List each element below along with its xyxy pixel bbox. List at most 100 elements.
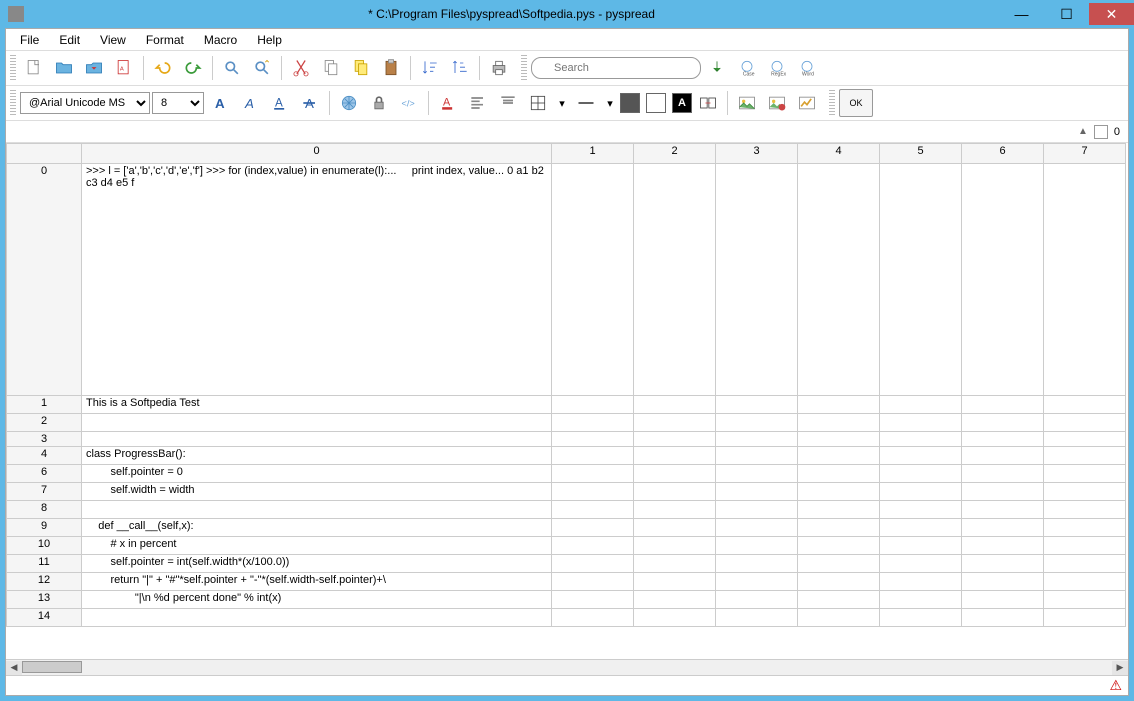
cell[interactable] <box>552 537 634 555</box>
cell[interactable] <box>1044 501 1126 519</box>
cell[interactable]: return "|" + "#"*self.pointer + "-"*(sel… <box>82 573 552 591</box>
cell[interactable] <box>552 609 634 627</box>
search-regex-button[interactable]: RegEx <box>763 54 791 82</box>
row-header[interactable]: 6 <box>7 465 82 483</box>
cell[interactable] <box>962 573 1044 591</box>
cell[interactable] <box>880 537 962 555</box>
export-pdf-button[interactable]: A <box>110 54 138 82</box>
cell[interactable] <box>634 519 716 537</box>
link-image-button[interactable] <box>763 89 791 117</box>
toolbar-grip-2[interactable] <box>521 55 527 81</box>
row-header[interactable]: 7 <box>7 483 82 501</box>
line-dropdown[interactable]: ▾ <box>602 89 618 117</box>
print-button[interactable] <box>485 54 513 82</box>
sort-asc-button[interactable] <box>416 54 444 82</box>
cell[interactable] <box>634 555 716 573</box>
toolbar-grip-3[interactable] <box>10 90 16 116</box>
cell[interactable] <box>82 609 552 627</box>
strikethrough-button[interactable]: A <box>296 89 324 117</box>
cell[interactable] <box>634 432 716 447</box>
row-header[interactable]: 2 <box>7 414 82 432</box>
cell[interactable]: self.pointer = 0 <box>82 465 552 483</box>
cell[interactable] <box>880 591 962 609</box>
font-size-select[interactable]: 8 <box>152 92 204 114</box>
cell[interactable] <box>1044 519 1126 537</box>
scroll-left-arrow[interactable]: ◀ <box>6 661 22 675</box>
row-header[interactable]: 4 <box>7 447 82 465</box>
cell[interactable] <box>1044 414 1126 432</box>
cell[interactable] <box>798 483 880 501</box>
cell[interactable] <box>716 519 798 537</box>
cell[interactable] <box>880 555 962 573</box>
cell[interactable] <box>716 501 798 519</box>
cell[interactable] <box>634 609 716 627</box>
redo-button[interactable] <box>179 54 207 82</box>
scroll-thumb[interactable] <box>22 661 82 673</box>
cell[interactable] <box>880 432 962 447</box>
cell[interactable] <box>880 609 962 627</box>
cell[interactable] <box>962 501 1044 519</box>
toolbar-grip[interactable] <box>10 55 16 81</box>
cell[interactable] <box>962 414 1044 432</box>
italic-button[interactable]: A <box>236 89 264 117</box>
new-file-button[interactable] <box>20 54 48 82</box>
cell[interactable] <box>1044 537 1126 555</box>
freeze-button[interactable] <box>335 89 363 117</box>
row-header[interactable]: 12 <box>7 573 82 591</box>
cell[interactable] <box>1044 483 1126 501</box>
cell[interactable] <box>962 537 1044 555</box>
cell[interactable] <box>716 483 798 501</box>
col-header[interactable]: 7 <box>1044 144 1126 164</box>
cell[interactable] <box>798 501 880 519</box>
cell[interactable] <box>552 591 634 609</box>
row-header[interactable]: 9 <box>7 519 82 537</box>
cell[interactable] <box>634 396 716 414</box>
insert-chart-button[interactable] <box>793 89 821 117</box>
cell[interactable] <box>1044 164 1126 396</box>
cell[interactable] <box>880 483 962 501</box>
cell[interactable] <box>1044 555 1126 573</box>
cell[interactable]: >>> l = ['a','b','c','d','e','f'] >>> fo… <box>82 164 552 396</box>
cell[interactable] <box>716 465 798 483</box>
cell[interactable]: # x in percent <box>82 537 552 555</box>
cut-button[interactable] <box>287 54 315 82</box>
cell[interactable] <box>798 465 880 483</box>
cell[interactable] <box>962 555 1044 573</box>
row-header[interactable]: 0 <box>7 164 82 396</box>
cell[interactable] <box>962 591 1044 609</box>
borders-button[interactable] <box>524 89 552 117</box>
cell[interactable] <box>962 432 1044 447</box>
cell[interactable] <box>716 432 798 447</box>
cell[interactable] <box>634 573 716 591</box>
cell[interactable]: This is a Softpedia Test <box>82 396 552 414</box>
bold-button[interactable]: A <box>206 89 234 117</box>
menu-help[interactable]: Help <box>247 31 292 49</box>
row-header[interactable]: 1 <box>7 396 82 414</box>
cell[interactable] <box>82 414 552 432</box>
cell[interactable]: "|\n %d percent done" % int(x) <box>82 591 552 609</box>
cell[interactable] <box>552 465 634 483</box>
col-header[interactable]: 1 <box>552 144 634 164</box>
col-header[interactable]: 6 <box>962 144 1044 164</box>
minimize-button[interactable]: — <box>999 3 1044 25</box>
cell[interactable] <box>1044 432 1126 447</box>
cell[interactable]: self.pointer = int(self.width*(x/100.0)) <box>82 555 552 573</box>
cell[interactable] <box>716 609 798 627</box>
cell[interactable] <box>798 591 880 609</box>
row-header[interactable]: 10 <box>7 537 82 555</box>
col-header[interactable]: 4 <box>798 144 880 164</box>
toolbar-grip-4[interactable] <box>829 90 835 116</box>
cell[interactable]: self.width = width <box>82 483 552 501</box>
cell[interactable] <box>798 432 880 447</box>
cell[interactable] <box>880 465 962 483</box>
text-color-swatch[interactable]: A <box>672 93 692 113</box>
cell[interactable] <box>798 555 880 573</box>
copy-results-button[interactable] <box>347 54 375 82</box>
cell[interactable]: class ProgressBar(): <box>82 447 552 465</box>
sort-desc-button[interactable] <box>446 54 474 82</box>
cell[interactable] <box>82 432 552 447</box>
cell[interactable] <box>716 591 798 609</box>
cell[interactable] <box>880 414 962 432</box>
cell[interactable] <box>1044 573 1126 591</box>
cell[interactable] <box>82 501 552 519</box>
